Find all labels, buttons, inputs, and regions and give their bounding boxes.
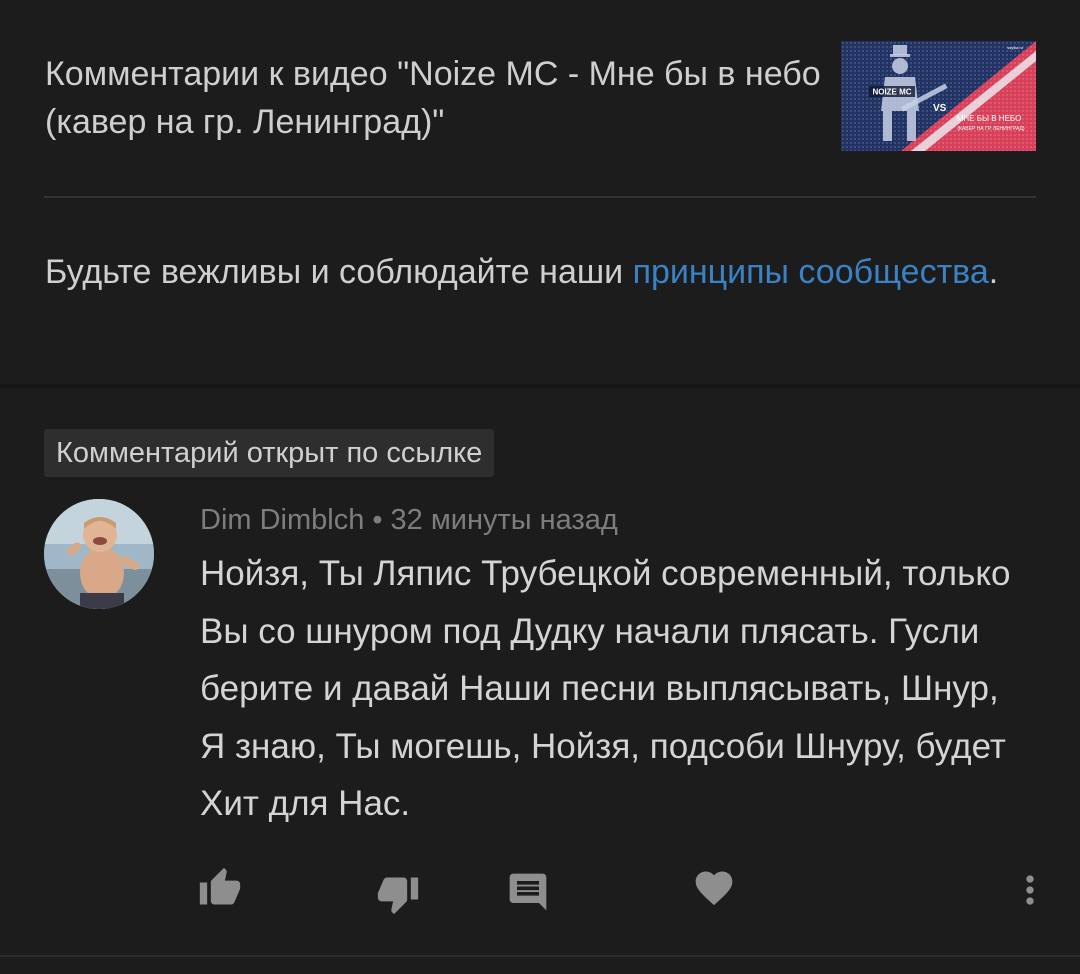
section-divider [0,384,1080,388]
thumb-down-icon [376,872,420,916]
meta-separator: • [372,504,383,536]
dislike-button[interactable] [370,866,426,922]
thumbnail-caption-1: МНЕ БЫ В НЕБО [957,114,1022,123]
comments-page: Комментарии к видео "Noize MC - Мне бы в… [0,0,1080,974]
thumbnail-caption-2: (КАВЕР НА ГР. ЛЕНИНГРАД) [957,126,1025,132]
more-vert-icon [1008,868,1052,912]
svg-text:VS: VS [933,103,947,114]
reply-button[interactable] [500,864,556,920]
like-button[interactable] [192,860,248,916]
community-guidelines-notice: Будьте вежливы и соблюдайте наши принцип… [45,248,1005,296]
header-divider [44,196,1036,198]
comment-timestamp[interactable]: 32 минуты назад [391,504,618,536]
linked-comment-badge: Комментарий открыт по ссылке [44,429,495,477]
guidelines-period: . [988,253,999,291]
comment-body: Нойзя, Ты Ляпис Трубецкой современный, т… [200,554,1011,823]
comments-header: Комментарии к видео "Noize MC - Мне бы в… [0,0,1080,198]
thumbnail-logo: NOIZE MC [872,88,911,97]
creator-heart-button[interactable] [686,860,742,916]
video-thumbnail[interactable]: NOIZE MC VS ssylka.ru МНЕ БЫ В НЕБО (КАВ… [841,41,1036,151]
reply-icon [506,870,550,914]
thumbnail-corner-text: ssylka.ru [1007,45,1023,50]
comment-author[interactable]: Dim Dimblch [200,504,364,536]
heart-icon [692,866,736,910]
community-guidelines-link[interactable]: принципы сообщества [633,253,989,291]
comment-bottom-divider [0,955,1080,957]
more-options-button[interactable] [1002,862,1058,918]
comment-meta: Dim Dimblch • 32 минуты назад [200,500,618,540]
avatar[interactable] [44,499,154,609]
guidelines-text: Будьте вежливы и соблюдайте наши [45,253,633,291]
page-title: Комментарии к видео "Noize MC - Мне бы в… [45,55,821,141]
comment-actions [0,860,1080,920]
thumb-up-icon [198,866,242,910]
